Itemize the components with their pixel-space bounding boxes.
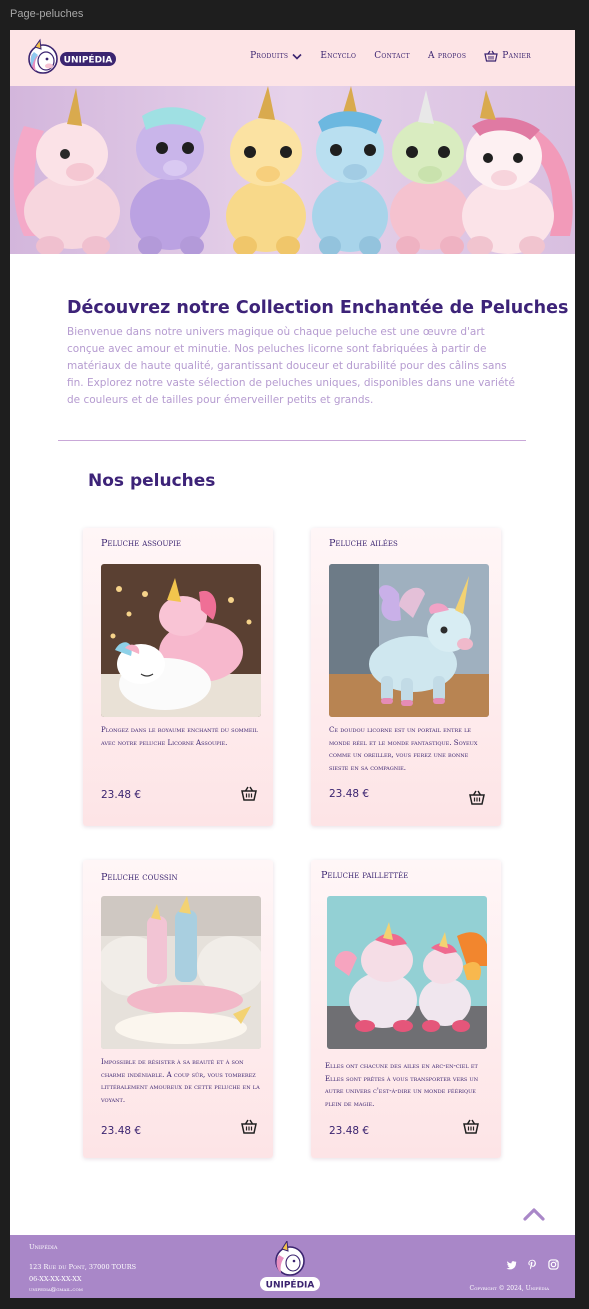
product-price: 23.48 € — [329, 1125, 370, 1137]
arrow-up-icon[interactable] — [523, 1206, 545, 1222]
footer-copyright: Copyright © 2024, Unipédia — [469, 1285, 549, 1292]
product-description: Ce doudou licorne est un portail entre l… — [329, 726, 478, 772]
page: UNIPÉDIA Produits Encyclo Contact A prop… — [10, 30, 575, 1298]
basket-icon[interactable] — [469, 790, 485, 805]
product-card-coussin[interactable]: Peluche coussin Impossible de résister à… — [83, 860, 273, 1158]
twitter-icon[interactable] — [506, 1259, 517, 1270]
footer-company-name: Unipédia — [29, 1243, 58, 1251]
footer-phone: 06-XX-XX-XX-XX — [29, 1275, 82, 1283]
product-description: Plongez dans le royaume enchanté du somm… — [101, 726, 258, 747]
nav-contact[interactable]: Contact — [374, 51, 410, 61]
product-title: Peluche coussin — [101, 872, 178, 883]
product-title: Peluche paillettée — [321, 870, 409, 881]
nav-panier[interactable]: Panier — [484, 50, 531, 62]
nav-panier-label: Panier — [502, 51, 531, 61]
product-card-ailees[interactable]: Peluche ailées Ce doudou licorne est un … — [311, 528, 501, 826]
footer-address: 123 Rue du Pont, 37000 TOURS — [29, 1263, 137, 1271]
nav-produits-label: Produits — [250, 51, 289, 61]
product-price: 23.48 € — [101, 1125, 142, 1137]
nav-contact-label: Contact — [374, 51, 410, 61]
nav-apropos-label: A propos — [427, 51, 467, 61]
nav-encyclo[interactable]: Encyclo — [320, 51, 356, 61]
site-header: UNIPÉDIA Produits Encyclo Contact A prop… — [10, 30, 575, 86]
social-links — [506, 1259, 559, 1270]
instagram-icon[interactable] — [548, 1259, 559, 1270]
site-footer: Unipédia 123 Rue du Pont, 37000 TOURS 06… — [10, 1235, 575, 1298]
intro-title: Découvrez notre Collection Enchantée de … — [67, 298, 575, 318]
product-image-assoupie[interactable] — [101, 564, 261, 717]
product-price: 23.48 € — [329, 788, 370, 800]
basket-icon[interactable] — [241, 1119, 257, 1134]
product-price: 23.48 € — [101, 789, 142, 801]
unicorn-logo-icon[interactable]: UNIPÉDIA — [254, 1241, 326, 1295]
hero-banner-image — [10, 86, 575, 254]
chevron-down-icon — [292, 53, 302, 60]
product-description: Elles ont chacune des ailes en arc-en-ci… — [325, 1062, 479, 1108]
nav-produits[interactable]: Produits — [250, 51, 302, 61]
footer-email[interactable]: unipedia@gmail.com — [29, 1287, 83, 1293]
intro-text: Bienvenue dans notre univers magique où … — [67, 326, 515, 406]
main-nav: Produits Encyclo Contact A propos Panier — [250, 50, 531, 62]
frame-label: Page-peluches — [10, 8, 84, 20]
product-image-paillettee[interactable] — [327, 896, 487, 1049]
footer-brand-text: UNIPÉDIA — [266, 1279, 315, 1291]
section-title: Nos peluches — [88, 471, 216, 491]
brand-logo-text: UNIPÉDIA — [64, 54, 113, 66]
product-image-ailees[interactable] — [329, 564, 489, 717]
product-card-paillettee[interactable]: Peluche paillettée Elles ont chacune des… — [311, 860, 501, 1158]
basket-icon[interactable] — [241, 786, 257, 801]
nav-apropos[interactable]: A propos — [428, 51, 466, 61]
section-divider — [58, 440, 526, 441]
basket-icon[interactable] — [463, 1119, 479, 1134]
product-description: Impossible de résister à sa beauté et à … — [101, 1058, 260, 1104]
product-card-assoupie[interactable]: Peluche assoupie Plongez dans le royaume… — [83, 528, 273, 826]
product-title: Peluche ailées — [329, 538, 398, 549]
unicorn-logo-icon[interactable]: UNIPÉDIA — [26, 38, 118, 78]
nav-encyclo-label: Encyclo — [320, 51, 357, 61]
product-image-coussin[interactable] — [101, 896, 261, 1049]
pinterest-icon[interactable] — [527, 1259, 538, 1270]
product-title: Peluche assoupie — [101, 538, 182, 549]
basket-icon — [484, 50, 499, 62]
